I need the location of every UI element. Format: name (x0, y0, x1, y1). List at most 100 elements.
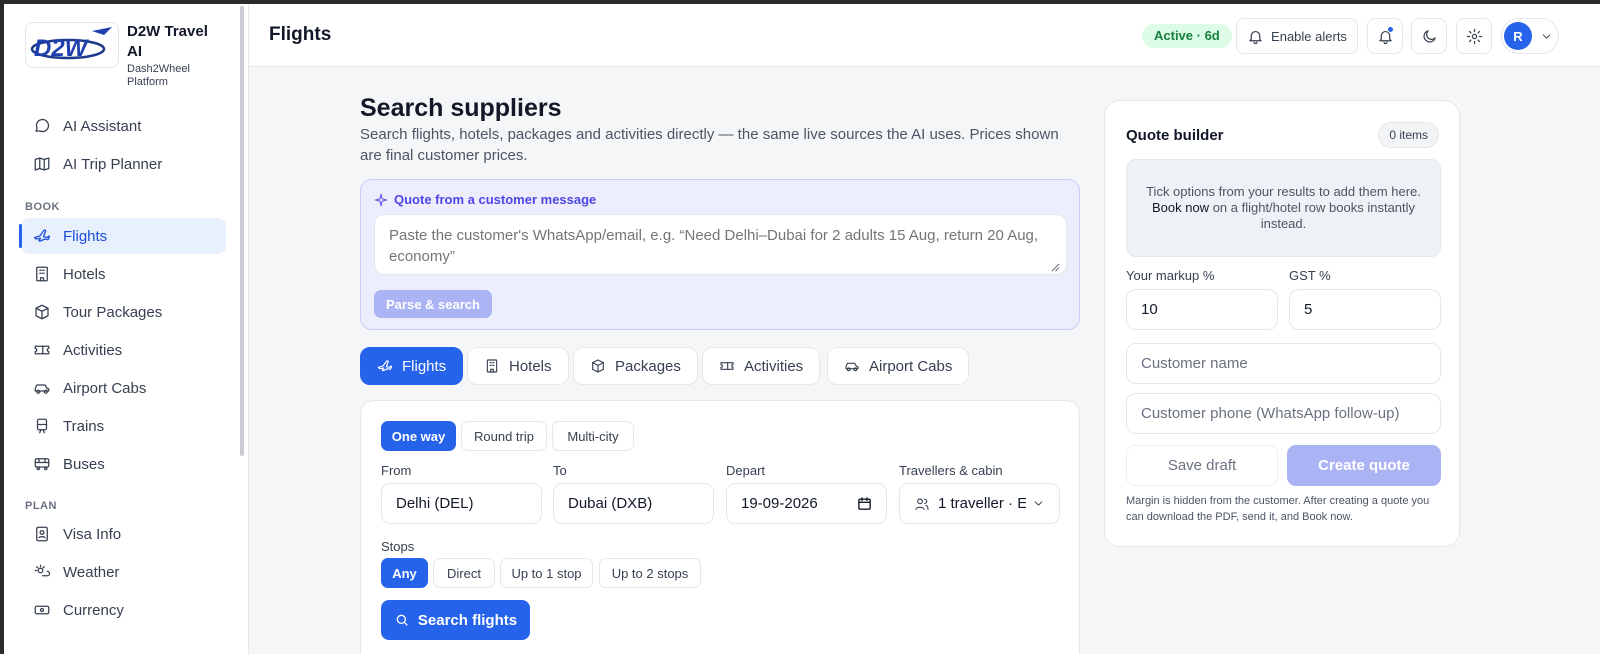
train-icon (36, 418, 48, 434)
sidebar: D2W D2W Travel AI Dash2Wheel Platform AI… (4, 4, 249, 654)
sidebar-item-tour-packages[interactable]: Tour Packages (21, 294, 226, 330)
travellers-cabin-select[interactable]: 1 traveller · E (899, 483, 1060, 524)
quote-empty-state: Tick options from your results to add th… (1126, 159, 1441, 257)
parse-and-search-button[interactable]: Parse & search (374, 290, 492, 318)
trip-type-multi-city[interactable]: Multi-city (552, 421, 634, 451)
car-icon (34, 384, 50, 394)
search-flights-label: Search flights (417, 611, 518, 629)
enable-alerts-button[interactable]: Enable alerts (1236, 18, 1358, 54)
stops-up-to-2[interactable]: Up to 2 stops (599, 558, 701, 588)
plane-icon (377, 360, 393, 372)
sidebar-item-hotels[interactable]: Hotels (21, 256, 226, 292)
sidebar-item-label: Trains (63, 417, 105, 435)
main-title: Search suppliers (360, 94, 562, 122)
trip-type-one-way[interactable]: One way (381, 421, 456, 451)
resize-grip-icon[interactable] (1051, 263, 1060, 272)
gst-input[interactable]: 5 (1289, 289, 1441, 330)
sidebar-scrollbar[interactable] (240, 6, 244, 456)
brand-title: D2W Travel AI (127, 23, 208, 60)
notification-dot (1387, 26, 1394, 33)
from-input[interactable]: Delhi (DEL) (381, 483, 542, 524)
package-icon (35, 304, 49, 320)
depart-date-input[interactable]: 19-09-2026 (726, 483, 887, 524)
stops-any[interactable]: Any (381, 558, 428, 588)
tab-hotels[interactable]: Hotels (467, 347, 569, 385)
sidebar-item-trains[interactable]: Trains (21, 408, 226, 444)
building-icon (36, 266, 48, 282)
package-icon (592, 359, 604, 373)
tab-flights[interactable]: Flights (360, 347, 464, 385)
logo-lettering: D2W (34, 35, 90, 62)
sidebar-item-activities[interactable]: Activities (21, 332, 226, 368)
quote-builder-title: Quote builder (1126, 127, 1224, 144)
enable-alerts-label: Enable alerts (1271, 28, 1347, 44)
quote-message-label-text: Quote from a customer message (394, 192, 597, 207)
status-badge: Active · 6d (1142, 24, 1232, 48)
sidebar-item-weather[interactable]: Weather (21, 554, 226, 590)
topbar: Flights Active · 6d Enable alerts R (249, 4, 1600, 67)
tab-label: Flights (402, 357, 447, 375)
notifications-button[interactable] (1367, 18, 1403, 54)
sidebar-item-label: Tour Packages (63, 303, 163, 321)
sidebar-item-visa-info[interactable]: Visa Info (21, 516, 226, 552)
chevron-down-icon (1542, 33, 1551, 39)
theme-toggle-button[interactable] (1411, 18, 1447, 54)
stops-up-to-1[interactable]: Up to 1 stop (500, 558, 593, 588)
moon-icon (1423, 29, 1436, 42)
banknote-icon (34, 605, 50, 615)
sidebar-item-label: Buses (63, 455, 105, 473)
bell-icon (1249, 30, 1262, 44)
sidebar-item-flights[interactable]: Flights (19, 218, 226, 254)
tab-activities[interactable]: Activities (702, 347, 821, 385)
map-icon (34, 157, 50, 171)
travellers-value: 1 traveller · E (938, 495, 1026, 512)
brand[interactable]: D2W D2W Travel AI Dash2Wheel Platform (25, 22, 223, 89)
markup-input[interactable]: 10 (1126, 289, 1278, 330)
from-label: From (381, 463, 412, 478)
sidebar-item-currency[interactable]: Currency (21, 592, 226, 628)
chat-bubble-icon (35, 118, 50, 133)
stops-label: Stops (381, 539, 415, 554)
tab-label: Activities (744, 357, 804, 375)
sidebar-item-label: Flights (63, 227, 108, 245)
gear-icon (1466, 28, 1482, 44)
ticket-icon (34, 345, 50, 355)
stops-direct[interactable]: Direct (433, 558, 495, 588)
customer-message-input[interactable] (374, 214, 1067, 275)
customer-phone-input[interactable]: Customer phone (WhatsApp follow-up) (1126, 393, 1441, 434)
section-label-plan: PLAN (25, 500, 57, 512)
save-draft-button[interactable]: Save draft (1126, 445, 1278, 486)
sparkle-icon (374, 192, 388, 207)
search-flights-button[interactable]: Search flights (381, 600, 530, 640)
plane-icon (33, 229, 51, 242)
search-icon (396, 614, 408, 626)
settings-button[interactable] (1456, 18, 1492, 54)
app-window: D2W D2W Travel AI Dash2Wheel Platform AI… (4, 4, 1600, 654)
sidebar-item-buses[interactable]: Buses (21, 446, 226, 482)
sidebar-item-label: AI Trip Planner (63, 155, 163, 173)
sidebar-item-label: AI Assistant (63, 117, 142, 135)
tab-label: Packages (615, 357, 681, 375)
user-menu-button[interactable]: R (1501, 18, 1559, 54)
sidebar-item-label: Weather (63, 563, 120, 581)
weather-icon (34, 564, 51, 577)
trip-type-round-trip[interactable]: Round trip (461, 421, 547, 451)
sidebar-item-ai-trip-planner[interactable]: AI Trip Planner (21, 146, 226, 182)
create-quote-button[interactable]: Create quote (1287, 445, 1441, 486)
users-icon (915, 497, 929, 510)
sidebar-item-label: Currency (63, 601, 124, 619)
calendar-icon[interactable] (857, 496, 872, 511)
sidebar-item-airport-cabs[interactable]: Airport Cabs (21, 370, 226, 406)
quote-builder-panel: Quote builder 0 items Tick options from … (1104, 100, 1460, 547)
markup-label: Your markup % (1126, 268, 1215, 283)
sidebar-item-ai-assistant[interactable]: AI Assistant (21, 108, 226, 144)
to-label: To (553, 463, 567, 478)
customer-name-input[interactable]: Customer name (1126, 343, 1441, 384)
tab-packages[interactable]: Packages (573, 347, 698, 385)
brand-subtitle: Dash2Wheel Platform (127, 63, 190, 88)
to-input[interactable]: Dubai (DXB) (553, 483, 714, 524)
tab-airport-cabs[interactable]: Airport Cabs (827, 347, 970, 385)
main-subtitle: Search flights, hotels, packages and act… (360, 126, 1059, 164)
quote-from-message-panel: Quote from a customer message Parse & se… (360, 179, 1080, 330)
id-card-icon (36, 526, 48, 542)
